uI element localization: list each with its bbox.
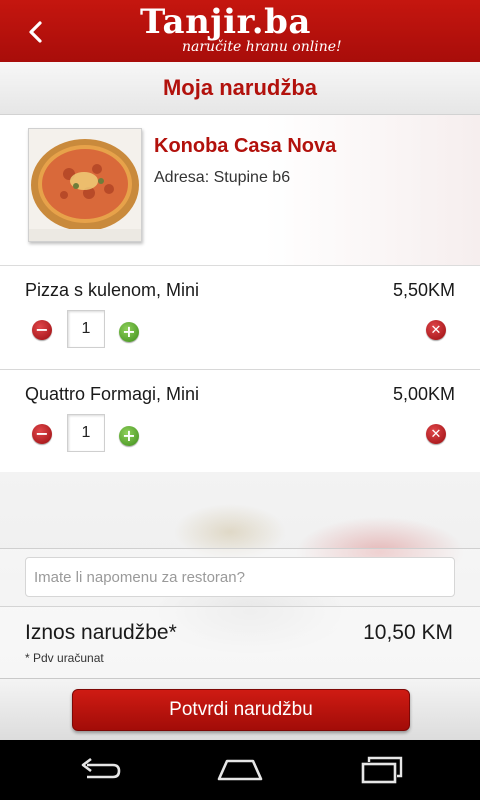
total-label: Iznos narudžbe* bbox=[25, 621, 177, 644]
total-value: 10,50 KM bbox=[363, 621, 453, 644]
system-home-button[interactable] bbox=[215, 754, 265, 786]
back-button[interactable] bbox=[18, 14, 54, 50]
restaurant-address: Adresa: Stupine b6 bbox=[154, 169, 291, 186]
item-name: Quattro Formagi, Mini bbox=[25, 384, 200, 404]
remove-item-button[interactable]: ✕ bbox=[426, 320, 446, 340]
pizza-image bbox=[29, 129, 141, 241]
page-title-bar: Moja narudžba bbox=[0, 62, 480, 115]
confirm-bar: Potvrdi narudžbu bbox=[0, 678, 480, 741]
decrease-quantity-button[interactable]: − bbox=[32, 424, 52, 444]
item-name: Pizza s kulenom, Mini bbox=[25, 280, 200, 300]
item-price: 5,00KM bbox=[392, 384, 455, 404]
restaurant-note-input[interactable] bbox=[25, 557, 455, 597]
system-recents-button[interactable] bbox=[357, 754, 407, 786]
order-total: Iznos narudžbe* 10,50 KM * Pdv uračunat bbox=[0, 606, 480, 679]
close-icon: ✕ bbox=[430, 426, 442, 442]
brand-name: Tanjir.ba bbox=[140, 2, 311, 42]
system-back-button[interactable] bbox=[75, 754, 125, 786]
recents-icon bbox=[361, 756, 403, 784]
quantity-field[interactable]: 1 bbox=[67, 414, 105, 452]
pizza-thumbnail bbox=[28, 128, 142, 242]
vat-note: * Pdv uračunat bbox=[25, 651, 104, 665]
quantity-field[interactable]: 1 bbox=[67, 310, 105, 348]
plus-icon: + bbox=[122, 426, 136, 445]
close-icon: ✕ bbox=[430, 322, 442, 338]
remove-item-button[interactable]: ✕ bbox=[426, 424, 446, 444]
item-price: 5,50KM bbox=[392, 280, 455, 300]
confirm-order-button[interactable]: Potvrdi narudžbu bbox=[72, 689, 410, 731]
order-item: Pizza s kulenom, Mini 5,50KM − 1 + ✕ bbox=[0, 266, 480, 370]
page-title: Moja narudžba bbox=[162, 75, 317, 100]
app-header: Tanjir.ba naručite hranu online! bbox=[0, 0, 480, 62]
restaurant-name: Konoba Casa Nova bbox=[154, 135, 337, 157]
system-navigation-bar bbox=[0, 740, 480, 800]
increase-quantity-button[interactable]: + bbox=[119, 322, 139, 342]
back-icon bbox=[81, 757, 121, 779]
restaurant-card: Konoba Casa Nova Adresa: Stupine b6 bbox=[0, 115, 480, 266]
decrease-quantity-button[interactable]: − bbox=[32, 320, 52, 340]
chevron-left-icon bbox=[29, 21, 42, 43]
home-icon bbox=[217, 759, 263, 781]
plus-icon: + bbox=[122, 322, 136, 341]
increase-quantity-button[interactable]: + bbox=[119, 426, 139, 446]
minus-icon: − bbox=[35, 424, 49, 443]
minus-icon: − bbox=[35, 320, 49, 339]
brand-logo: Tanjir.ba naručite hranu online! bbox=[140, 2, 400, 60]
order-item: Quattro Formagi, Mini 5,00KM − 1 + ✕ bbox=[0, 370, 480, 474]
brand-tagline: naručite hranu online! bbox=[182, 39, 342, 55]
